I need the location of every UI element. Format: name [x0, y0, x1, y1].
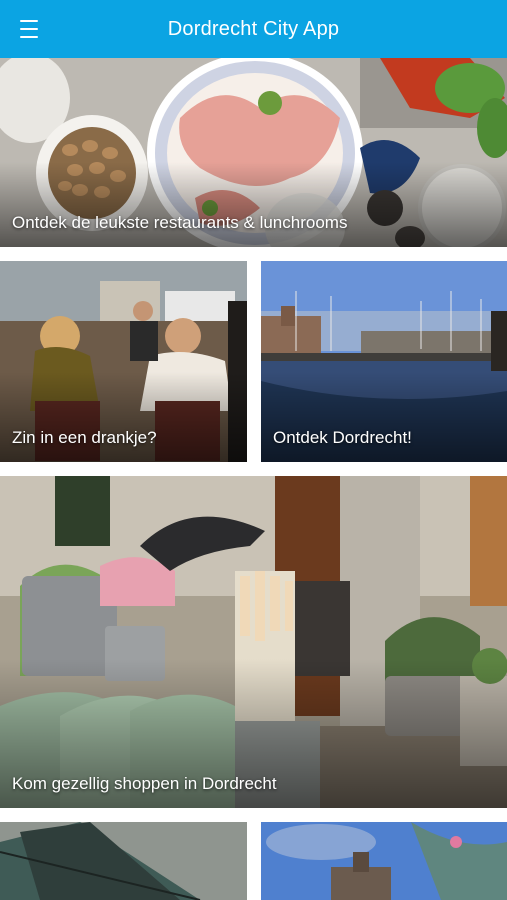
tile-5[interactable]	[0, 822, 247, 900]
caption-shade	[0, 161, 507, 247]
tile-caption: Kom gezellig shoppen in Dordrecht	[12, 774, 277, 793]
tile-drinks[interactable]: Zin in een drankje?	[0, 261, 247, 462]
menu-line	[20, 28, 38, 30]
menu-line	[20, 36, 38, 38]
app-title: Dordrecht City App	[167, 17, 340, 40]
tile-caption: Ontdek Dordrecht!	[273, 428, 412, 447]
tile-6[interactable]	[261, 822, 507, 900]
top-app-bar: Dordrecht City App	[0, 0, 507, 58]
tile-shopping[interactable]: Kom gezellig shoppen in Dordrecht	[0, 476, 507, 808]
tile-caption: Zin in een drankje?	[12, 428, 157, 447]
hamburger-menu-icon[interactable]	[20, 17, 46, 41]
caption-shade	[261, 371, 507, 462]
caption-shade	[0, 371, 247, 462]
tile-6-illustration	[261, 822, 507, 900]
tile-caption: Ontdek de leukste restaurants & lunchroo…	[12, 213, 348, 232]
tile-dordrecht[interactable]: Ontdek Dordrecht!	[261, 261, 507, 462]
menu-line	[20, 20, 38, 22]
tile-5-photo	[0, 822, 247, 900]
tile-6-photo	[261, 822, 507, 900]
tile-5-illustration	[0, 822, 247, 900]
tile-restaurants[interactable]: Ontdek de leukste restaurants & lunchroo…	[0, 58, 507, 247]
